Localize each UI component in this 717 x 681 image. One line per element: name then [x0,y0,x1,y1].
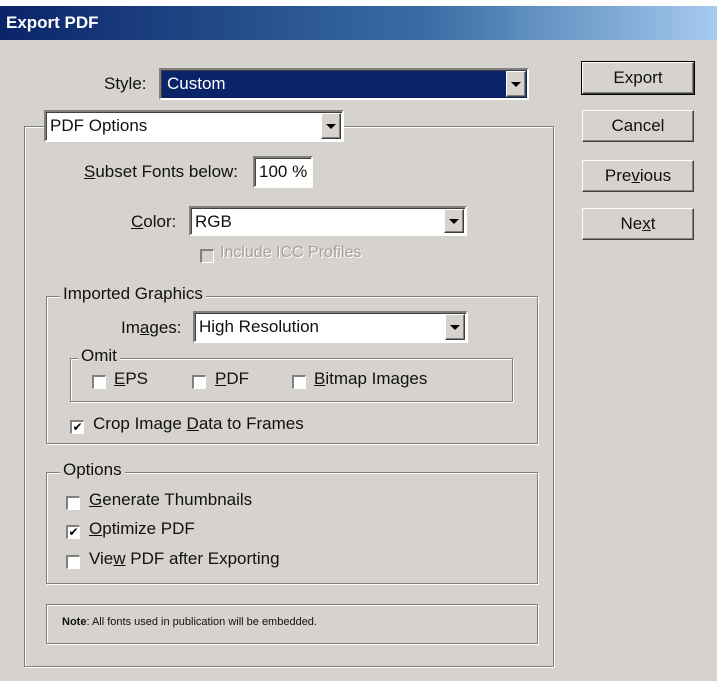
section-dropdown-button[interactable] [321,113,341,139]
section-select[interactable]: PDF Options [44,110,344,142]
omit-bitmap-label: Bitmap Images [314,369,428,388]
checkmark-icon: ✔ [68,525,79,539]
omit-pdf-checkbox[interactable] [192,375,206,389]
imported-graphics-title: Imported Graphics [60,284,206,304]
crop-image-label: Crop Image Data to Frames [93,414,304,433]
options-title: Options [60,460,125,480]
previous-button[interactable]: Previous [582,160,694,192]
include-icc-checkbox[interactable] [200,249,214,263]
color-label: Color: [131,212,177,231]
style-select-value: Custom [165,74,228,93]
dialog-title: Export PDF [6,13,99,32]
view-pdf-label: View PDF after Exporting [89,549,280,568]
omit-bitmap-checkbox[interactable] [292,375,306,389]
optimize-pdf-checkbox[interactable]: ✔ [66,525,80,539]
images-label: Images: [121,318,182,337]
style-dropdown-button[interactable] [506,71,526,97]
cancel-button[interactable]: Cancel [582,110,694,142]
chevron-down-icon [511,81,521,87]
crop-image-checkbox[interactable]: ✔ [70,420,84,434]
section-select-value: PDF Options [50,116,148,135]
subset-fonts-input[interactable]: 100 % [253,156,313,188]
export-pdf-dialog: Export PDF Style: Custom Export Cancel P… [0,6,717,681]
omit-eps-label: EPS [114,369,149,388]
style-select[interactable]: Custom [159,68,529,100]
generate-thumbnails-checkbox[interactable] [66,496,80,510]
omit-title: Omit [78,346,120,366]
style-label: Style: [104,74,147,93]
omit-pdf-label: PDF [215,369,250,388]
chevron-down-icon [326,123,336,129]
export-button[interactable]: Export [581,61,695,95]
note-text: Note: All fonts used in publication will… [62,616,317,628]
images-select[interactable]: High Resolution [193,311,468,343]
omit-eps-checkbox[interactable] [92,375,106,389]
color-dropdown-button[interactable] [444,209,464,233]
include-icc-label: Include ICC Profiles [220,244,362,261]
color-select[interactable]: RGB [189,206,467,236]
checkmark-icon: ✔ [72,420,83,434]
optimize-pdf-label: Optimize PDF [89,519,195,538]
view-pdf-checkbox[interactable] [66,555,80,569]
chevron-down-icon [449,218,459,224]
generate-thumbnails-label: Generate Thumbnails [89,490,253,509]
next-button[interactable]: Next [582,208,694,240]
chevron-down-icon [450,324,460,330]
subset-fonts-label: Subset Fonts below: [84,162,239,181]
title-bar: Export PDF [0,6,717,40]
images-dropdown-button[interactable] [445,314,465,340]
